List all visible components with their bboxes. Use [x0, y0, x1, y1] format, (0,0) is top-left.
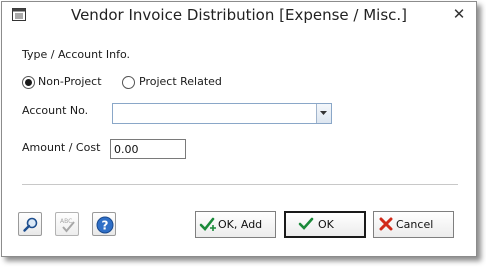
cancel-x-icon — [379, 217, 393, 231]
account-no-combobox[interactable] — [112, 103, 332, 124]
divider — [22, 184, 458, 186]
ok-label: OK — [318, 218, 334, 231]
type-account-section-label: Type / Account Info. — [22, 48, 130, 61]
cancel-button[interactable]: Cancel — [373, 211, 454, 238]
help-button[interactable]: ? — [92, 212, 116, 236]
radio-project-related-circle[interactable] — [122, 76, 135, 89]
search-button[interactable] — [18, 212, 42, 236]
amount-cost-input[interactable] — [110, 139, 186, 159]
dialog-window: Vendor Invoice Distribution [Expense / M… — [1, 1, 477, 257]
close-icon[interactable]: ✕ — [450, 5, 468, 23]
ok-add-label: OK, Add — [218, 218, 263, 231]
radio-non-project-circle[interactable] — [22, 76, 35, 89]
svg-text:?: ? — [102, 219, 109, 233]
spellcheck-button[interactable]: ABC — [55, 212, 79, 236]
title-bar[interactable]: Vendor Invoice Distribution [Expense / M… — [2, 2, 476, 29]
amount-cost-label: Amount / Cost — [22, 141, 101, 154]
chevron-down-icon[interactable] — [316, 104, 331, 123]
svg-text:ABC: ABC — [60, 218, 72, 225]
check-icon — [298, 217, 314, 230]
radio-project-related-label[interactable]: Project Related — [139, 75, 222, 88]
ok-add-button[interactable]: OK, Add — [195, 211, 276, 238]
check-plus-icon — [199, 217, 216, 231]
account-no-label: Account No. — [22, 104, 89, 117]
ok-button[interactable]: OK — [284, 211, 366, 238]
cancel-label: Cancel — [396, 218, 434, 231]
radio-non-project-label[interactable]: Non-Project — [38, 75, 102, 88]
window-title: Vendor Invoice Distribution [Expense / M… — [70, 6, 408, 24]
